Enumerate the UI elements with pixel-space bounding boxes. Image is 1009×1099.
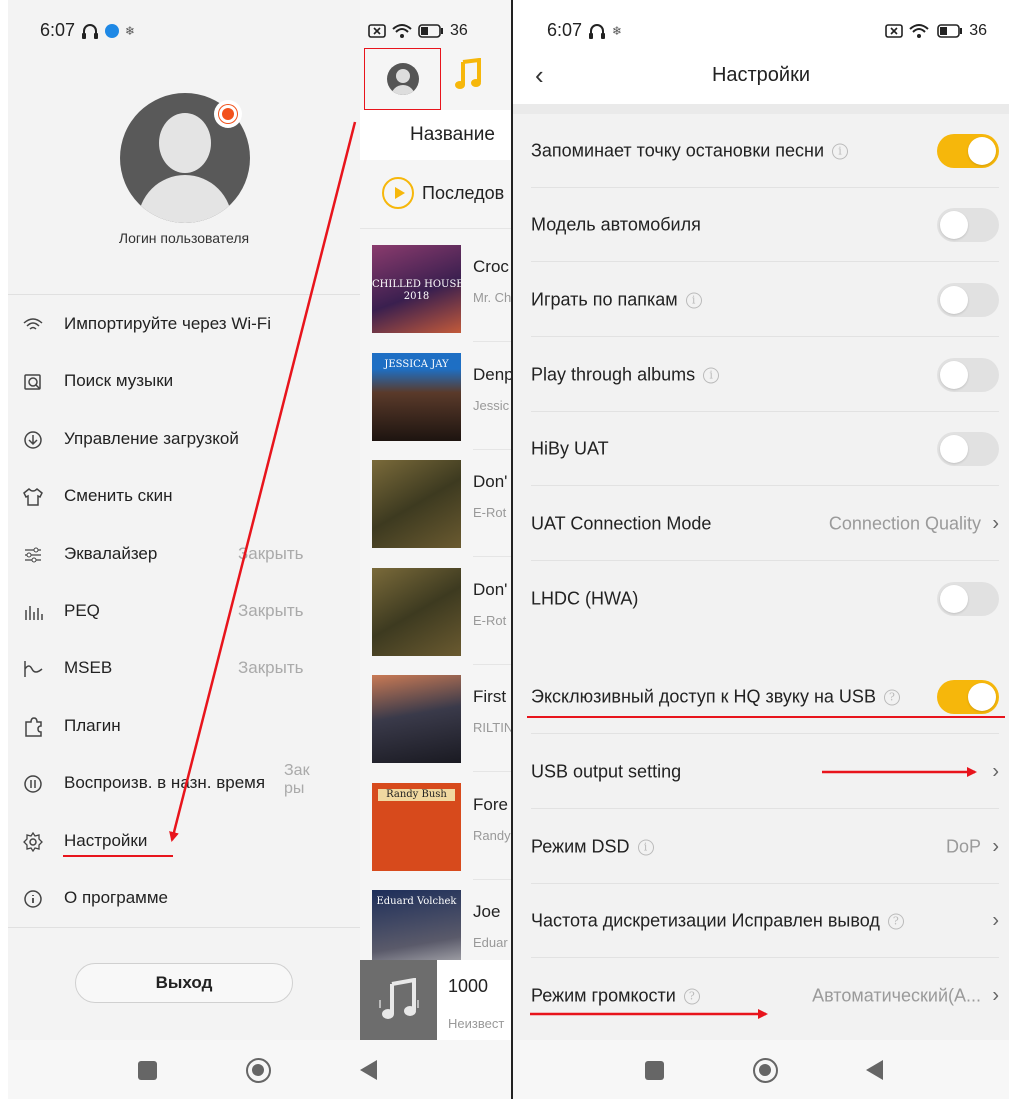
annotation-arrow (169, 121, 357, 842)
annotation-overlay (169, 121, 977, 1019)
